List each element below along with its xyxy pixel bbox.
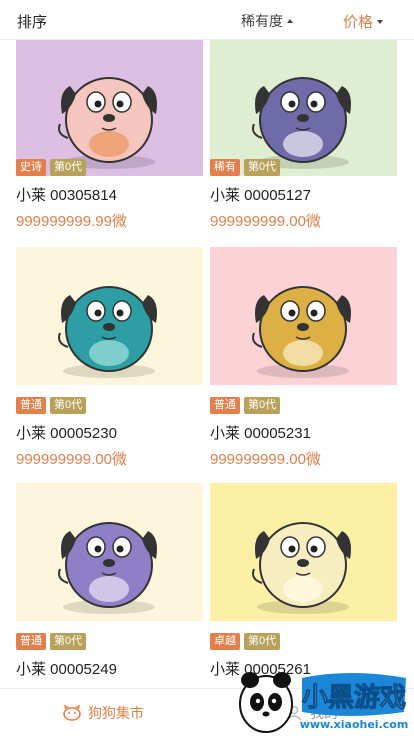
dog-image xyxy=(210,483,397,621)
dog-name: 小莱 00005230 xyxy=(16,425,117,442)
rarity-badge: 卓越 xyxy=(210,633,240,650)
dog-card[interactable]: 普通 第0代 小莱 00005231 999999999.00微 xyxy=(210,247,397,468)
dog-image xyxy=(16,483,203,621)
dog-illustration xyxy=(210,483,397,621)
dog-card[interactable]: 普通 第0代 小莱 00005249 xyxy=(16,483,203,678)
generation-badge: 第0代 xyxy=(50,159,87,176)
dog-card[interactable]: 史诗 第0代 小莱 00305814 999999999.99微 xyxy=(16,40,203,230)
caret-up-icon xyxy=(287,19,293,23)
dog-image xyxy=(210,247,397,385)
dog-name: 小莱 00005249 xyxy=(16,661,117,678)
dog-image xyxy=(210,40,397,176)
tab-dog-market[interactable]: 狗狗集市 xyxy=(62,703,144,723)
rarity-badge: 稀有 xyxy=(210,159,240,176)
svg-text:小黑游戏: 小黑游戏 xyxy=(302,683,406,713)
sort-by-rarity-button[interactable]: 稀有度 xyxy=(241,11,293,31)
generation-badge: 第0代 xyxy=(50,633,87,650)
xiaohei-watermark-logo: 小黑游戏 www.xiaohei.com xyxy=(239,672,409,733)
dog-card[interactable]: 稀有 第0代 小莱 00005127 999999999.00微 xyxy=(210,40,397,230)
dog-price: 999999999.00微 xyxy=(210,213,321,230)
generation-badge: 第0代 xyxy=(244,397,281,414)
dog-card[interactable]: 卓越 第0代 小莱 00005261 xyxy=(210,483,397,678)
svg-text:www.xiaohei.com: www.xiaohei.com xyxy=(300,718,409,731)
dog-illustration xyxy=(210,40,397,176)
dog-price: 999999999.99微 xyxy=(16,213,127,230)
dog-name: 小莱 00305814 xyxy=(16,187,117,204)
rarity-badge: 普通 xyxy=(16,397,46,414)
tab-dog-market-label: 狗狗集市 xyxy=(88,705,144,721)
dog-illustration xyxy=(16,247,203,385)
generation-badge: 第0代 xyxy=(244,159,281,176)
dog-price: 999999999.00微 xyxy=(16,451,127,468)
dog-price: 999999999.00微 xyxy=(210,451,321,468)
sort-header: 排序 稀有度 价格 xyxy=(0,0,414,40)
dog-grid: 史诗 第0代 小莱 00305814 999999999.99微 稀有 第0代 … xyxy=(0,40,414,688)
dog-illustration xyxy=(16,40,203,176)
rarity-badge: 普通 xyxy=(16,633,46,650)
rarity-badge: 史诗 xyxy=(16,159,46,176)
sort-by-price-button[interactable]: 价格 xyxy=(343,11,384,32)
dog-image xyxy=(16,40,203,176)
caret-down-icon xyxy=(377,19,384,24)
dog-name: 小莱 00005231 xyxy=(210,425,311,442)
pig-icon xyxy=(63,705,81,721)
generation-badge: 第0代 xyxy=(244,633,281,650)
dog-image xyxy=(16,247,203,385)
generation-badge: 第0代 xyxy=(50,397,87,414)
dog-illustration xyxy=(16,483,203,621)
dog-name: 小莱 00005127 xyxy=(210,187,311,204)
dog-illustration xyxy=(210,247,397,385)
dog-card[interactable]: 普通 第0代 小莱 00005230 999999999.00微 xyxy=(16,247,203,468)
rarity-badge: 普通 xyxy=(210,397,240,414)
sort-title: 排序 xyxy=(17,14,48,31)
sort-price-label: 价格 xyxy=(343,14,374,31)
sort-rarity-label: 稀有度 xyxy=(241,13,283,29)
